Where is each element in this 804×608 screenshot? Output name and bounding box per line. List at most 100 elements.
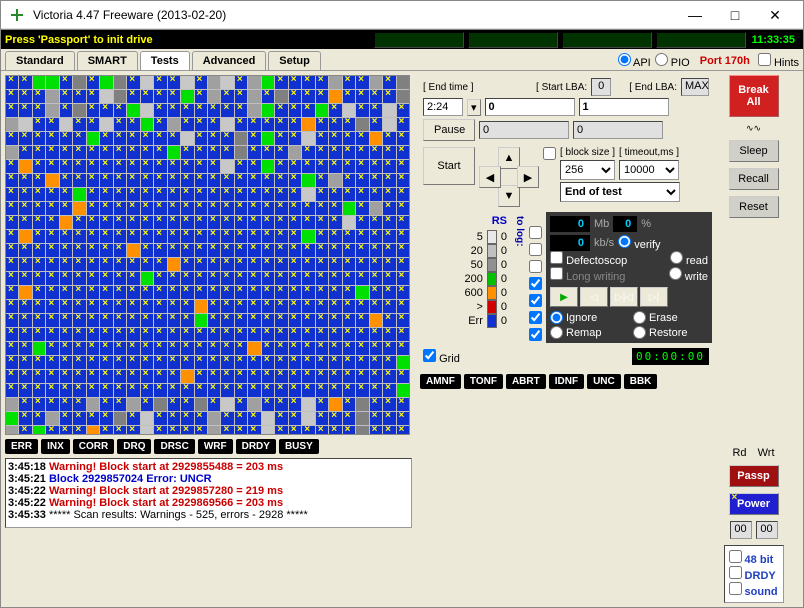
nav-down[interactable]: ▼ [498, 185, 520, 207]
wave-icon: ∿∿ [746, 123, 761, 134]
minimize-button[interactable]: — [675, 3, 715, 27]
verify-radio[interactable]: verify [618, 235, 660, 251]
block-cell [100, 104, 112, 117]
tab-standard[interactable]: Standard [5, 51, 75, 70]
hints-checkbox[interactable]: Hints [758, 53, 799, 69]
nav-check[interactable] [543, 147, 556, 160]
legend-row: 50 [423, 230, 507, 244]
block-cell [195, 384, 207, 397]
status-seg-1 [374, 32, 464, 48]
longwrite-check[interactable]: Long writing [550, 267, 625, 283]
surface-grid [5, 75, 410, 435]
block-cell [262, 146, 274, 159]
tolog-check-5[interactable] [529, 311, 542, 324]
tolog-check-3[interactable] [529, 277, 542, 290]
log-line: 3:45:22 Warning! Block start at 29298695… [8, 497, 409, 509]
restore-radio[interactable]: Restore [633, 326, 708, 339]
flag-drsc: DRSC [154, 439, 194, 454]
break-all-button[interactable]: Break All [729, 75, 779, 117]
opt-drdy[interactable]: DRDY [729, 566, 779, 582]
play-button[interactable]: ▶ [550, 287, 578, 307]
tab-smart[interactable]: SMART [77, 51, 138, 70]
block-cell [46, 160, 58, 173]
opt-sound[interactable]: sound [729, 582, 779, 598]
block-cell [154, 384, 166, 397]
passport-button[interactable]: Passp [729, 465, 779, 487]
start-button[interactable]: Start [423, 147, 475, 185]
block-cell [100, 76, 112, 89]
legend-row: >0 [423, 300, 507, 314]
block-cell [302, 216, 314, 229]
action-select[interactable]: End of test [560, 182, 680, 202]
end-lba-max[interactable]: MAX [681, 78, 709, 96]
tolog-check-2[interactable] [529, 260, 542, 273]
maximize-button[interactable]: □ [715, 3, 755, 27]
window-title: Victoria 4.47 Freeware (2013-02-20) [33, 8, 675, 22]
tolog-check-6[interactable] [529, 328, 542, 341]
pio-radio[interactable]: PIO [655, 53, 690, 69]
timeout-select[interactable]: 10000 [619, 160, 679, 180]
nav-left[interactable]: ◀ [479, 166, 501, 188]
tab-tests[interactable]: Tests [140, 51, 190, 70]
block-cell [73, 90, 85, 103]
read-radio[interactable]: read [670, 251, 708, 267]
grid-checkbox[interactable]: Grid [423, 349, 460, 365]
block-size-select[interactable]: 256 [560, 160, 615, 180]
opt-48-bit[interactable]: 48 bit [729, 550, 779, 566]
nav-right[interactable]: ▶ [517, 166, 539, 188]
tolog-check-0[interactable] [529, 226, 542, 239]
tab-setup[interactable]: Setup [268, 51, 321, 70]
block-cell [168, 244, 180, 257]
right-column: Break All ∿∿ Sleep Recall Reset Rd Wrt P… [716, 71, 791, 607]
remap-radio[interactable]: Remap [550, 326, 625, 339]
flag-err: ERR [5, 439, 38, 454]
block-cell [383, 90, 395, 103]
block-cell [46, 426, 58, 435]
pause-button[interactable]: Pause [423, 119, 475, 141]
tab-advanced[interactable]: Advanced [192, 51, 267, 70]
close-button[interactable]: ✕ [755, 3, 795, 27]
port-label: Port 170h [700, 55, 750, 67]
flag-drdy: DRDY [236, 439, 276, 454]
write-radio[interactable]: write [669, 267, 708, 283]
recall-button[interactable]: Recall [729, 168, 779, 190]
block-cell [73, 426, 85, 435]
end-time-input[interactable] [423, 98, 463, 116]
api-radio[interactable]: API [618, 53, 651, 69]
step-back-button[interactable]: ◁ [580, 287, 608, 307]
block-cell [154, 426, 166, 435]
legend-row: 200 [423, 244, 507, 258]
end-time-stepper[interactable]: ▾ [467, 99, 481, 116]
end-lba-input[interactable] [579, 98, 669, 116]
ignore-radio[interactable]: Ignore [550, 311, 625, 324]
block-cell [235, 426, 247, 435]
flag-unc: UNC [587, 374, 621, 389]
tolog-check-1[interactable] [529, 243, 542, 256]
block-cell [302, 384, 314, 397]
grid-timer-row: Grid 00:00:00 [420, 345, 712, 368]
defect-check[interactable]: Defectoscop [550, 251, 627, 267]
start-lba-input[interactable] [485, 98, 575, 116]
block-cell [100, 426, 112, 435]
erase-radio[interactable]: Erase [633, 311, 708, 324]
sleep-button[interactable]: Sleep [729, 140, 779, 162]
block-cell [87, 118, 99, 131]
block-cell [221, 146, 233, 159]
skip-button[interactable]: ▷|◁ [610, 287, 638, 307]
block-cell [370, 188, 382, 201]
step-fwd-button[interactable]: ▷| [640, 287, 668, 307]
block-cell [46, 90, 58, 103]
flag-corr: CORR [73, 439, 114, 454]
block-cell [397, 76, 409, 89]
middle-column: [ End time ] [ Start LBA: 0 [ End LBA: M… [416, 71, 716, 607]
reset-button[interactable]: Reset [729, 196, 779, 218]
block-cell [356, 104, 368, 117]
tolog-check-4[interactable] [529, 294, 542, 307]
app-icon [9, 7, 25, 23]
power-button[interactable]: Power [729, 493, 779, 515]
block-cell [316, 90, 328, 103]
legend-row: 2000 [423, 272, 507, 286]
block-cell [343, 90, 355, 103]
current-pos-1 [479, 121, 569, 139]
flag-amnf: AMNF [420, 374, 461, 389]
